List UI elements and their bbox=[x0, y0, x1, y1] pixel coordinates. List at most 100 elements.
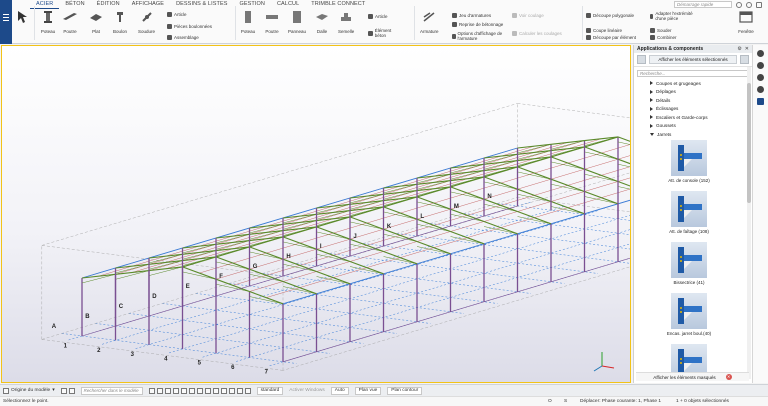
collapsed-icon[interactable] bbox=[650, 89, 653, 94]
rafter[interactable] bbox=[517, 150, 552, 155]
base-line[interactable] bbox=[282, 232, 630, 363]
snap-nearest-icon[interactable] bbox=[204, 387, 211, 394]
rafter[interactable] bbox=[483, 160, 518, 165]
work-area-edge[interactable] bbox=[517, 103, 631, 134]
truss-diagonal[interactable] bbox=[617, 186, 630, 194]
ribbon-tab[interactable]: ÉDITION bbox=[91, 0, 126, 9]
tools-icon[interactable] bbox=[757, 86, 764, 93]
concrete-column-button[interactable]: Poteau bbox=[240, 10, 256, 34]
polygon-cut-button[interactable]: Découpe polygonale bbox=[586, 13, 634, 18]
bolted-parts-button[interactable]: Pièces boulonnées bbox=[167, 24, 212, 29]
auto-dropdown[interactable]: Auto bbox=[330, 386, 349, 395]
rebar-button[interactable]: Armature bbox=[420, 10, 439, 34]
rafter[interactable] bbox=[517, 143, 552, 149]
clash-icon[interactable] bbox=[757, 74, 764, 81]
rebar-display-options-button[interactable]: Options d'affichage de l'armature bbox=[452, 31, 504, 41]
component-tile[interactable]: Att. de faîtage (108) bbox=[654, 191, 724, 242]
snap-ref-icon[interactable] bbox=[220, 387, 227, 394]
snap-point-icon[interactable] bbox=[148, 387, 155, 394]
steel-column-button[interactable]: Poteau bbox=[40, 10, 56, 34]
truss-diagonal[interactable] bbox=[617, 141, 630, 149]
grid-line-number[interactable] bbox=[269, 228, 630, 367]
snap-intersect-icon[interactable] bbox=[180, 387, 187, 394]
grid-line-letter[interactable] bbox=[229, 283, 464, 314]
ribbon-tab[interactable]: DESSINS & LISTES bbox=[170, 0, 233, 9]
grid-line-number[interactable] bbox=[236, 224, 630, 362]
rafter[interactable] bbox=[383, 190, 418, 195]
grid-line-letter[interactable] bbox=[128, 313, 364, 344]
window-button[interactable]: Fenêtre bbox=[738, 10, 754, 34]
axis-y[interactable] bbox=[593, 365, 603, 372]
snap-free-icon[interactable] bbox=[244, 387, 251, 394]
collapsed-icon[interactable] bbox=[650, 81, 653, 86]
concrete-article-button[interactable]: Article bbox=[368, 14, 388, 19]
component-tile[interactable]: Bissectrice (41) bbox=[654, 242, 724, 293]
weld-parts-button[interactable]: Souder bbox=[650, 28, 672, 33]
panel-scrollbar[interactable] bbox=[747, 67, 751, 379]
calculate-pours-button[interactable]: Calculer les coulages bbox=[512, 31, 562, 36]
rafter[interactable] bbox=[349, 200, 384, 205]
rafter[interactable] bbox=[282, 220, 317, 225]
contour-plane-dropdown[interactable]: Plan contour bbox=[387, 386, 423, 395]
help-icon[interactable] bbox=[746, 1, 752, 8]
rafter[interactable] bbox=[182, 250, 217, 255]
grid-line-letter[interactable] bbox=[162, 303, 397, 334]
origin-dropdown[interactable]: Origine du modèle ▾ bbox=[0, 387, 58, 394]
grid-line-number[interactable] bbox=[102, 206, 565, 345]
combine-button[interactable]: Combiner bbox=[650, 35, 677, 40]
purlin[interactable] bbox=[249, 162, 631, 292]
grid-line-letter[interactable] bbox=[463, 213, 630, 243]
show-hidden-button[interactable]: Afficher les éléments masqués ✕ bbox=[636, 372, 749, 381]
snap-perp-icon[interactable] bbox=[188, 387, 195, 394]
settings-icon[interactable] bbox=[756, 1, 762, 8]
fit-part-end-button[interactable]: Adapter l'extrémité d'une pièce bbox=[650, 11, 696, 21]
snap-line-icon[interactable] bbox=[196, 387, 203, 394]
bolt-button[interactable]: Boulon bbox=[112, 10, 128, 34]
applications-icon[interactable] bbox=[757, 98, 764, 105]
collapsed-icon[interactable] bbox=[650, 98, 653, 103]
rafter[interactable] bbox=[550, 140, 585, 145]
work-area-edge[interactable] bbox=[41, 245, 284, 277]
application-menu-button[interactable] bbox=[0, 0, 12, 44]
view-pour-button[interactable]: Voir coulage bbox=[512, 13, 544, 18]
part-cut-button[interactable]: Découpe par élément bbox=[586, 35, 636, 40]
grid-line-letter[interactable] bbox=[195, 293, 431, 324]
panel-button[interactable]: Panneau bbox=[288, 10, 306, 34]
weld-button[interactable]: Soudure bbox=[138, 10, 155, 34]
pin-icon[interactable] bbox=[740, 55, 749, 64]
snap-mid-icon[interactable] bbox=[156, 387, 163, 394]
rebar-set-button[interactable]: Jeu d'armatures bbox=[452, 13, 491, 18]
snap-center-icon[interactable] bbox=[172, 387, 179, 394]
tree-node[interactable]: Jarrets bbox=[650, 130, 752, 139]
collapsed-icon[interactable] bbox=[650, 123, 653, 128]
settings-icon[interactable]: ⚙ bbox=[737, 46, 741, 52]
tree-node[interactable]: Escaliers et Garde-corps bbox=[650, 113, 752, 122]
rafter[interactable] bbox=[316, 210, 351, 215]
user-icon[interactable] bbox=[736, 1, 742, 8]
steel-frame-model[interactable]: A B C D E F G H I J K L M N 1 2 3 4 5 6 7 bbox=[2, 46, 630, 382]
steel-beam-button[interactable]: Poutre bbox=[62, 10, 78, 34]
component-search-input[interactable]: Recherche... bbox=[637, 70, 749, 77]
steel-article-button[interactable]: Article bbox=[167, 12, 187, 17]
close-icon[interactable]: ✕ bbox=[745, 46, 749, 52]
ribbon-tab[interactable]: BÉTON bbox=[59, 0, 90, 9]
tree-node[interactable]: Coupes et grugeages bbox=[650, 79, 752, 88]
model-3d-view[interactable]: A B C D E F G H I J K L M N 1 2 3 4 5 6 7 bbox=[1, 45, 631, 383]
tree-node[interactable]: Déplages bbox=[650, 88, 752, 97]
ribbon-tab[interactable]: GESTION bbox=[234, 0, 271, 9]
collapsed-icon[interactable] bbox=[650, 106, 653, 111]
ribbon-tab[interactable]: CALCUL bbox=[271, 0, 305, 9]
rafter[interactable] bbox=[416, 180, 451, 185]
component-tile[interactable]: Att. de console (152) bbox=[654, 140, 724, 191]
properties-icon[interactable] bbox=[757, 50, 764, 57]
rafter[interactable] bbox=[115, 270, 150, 275]
collapsed-icon[interactable] bbox=[650, 115, 653, 120]
component-tile[interactable]: Encas. jarret boul.(40) bbox=[654, 293, 724, 344]
truss-diagonal[interactable] bbox=[617, 163, 630, 171]
rafter[interactable] bbox=[249, 230, 284, 235]
scroll-thumb[interactable] bbox=[747, 83, 751, 203]
rafter[interactable] bbox=[215, 240, 250, 245]
assembly-button[interactable]: Assemblage bbox=[167, 35, 199, 40]
model-search-input[interactable]: Rechercher dans le modèle bbox=[80, 386, 143, 395]
snap-icon-2[interactable] bbox=[68, 387, 75, 394]
